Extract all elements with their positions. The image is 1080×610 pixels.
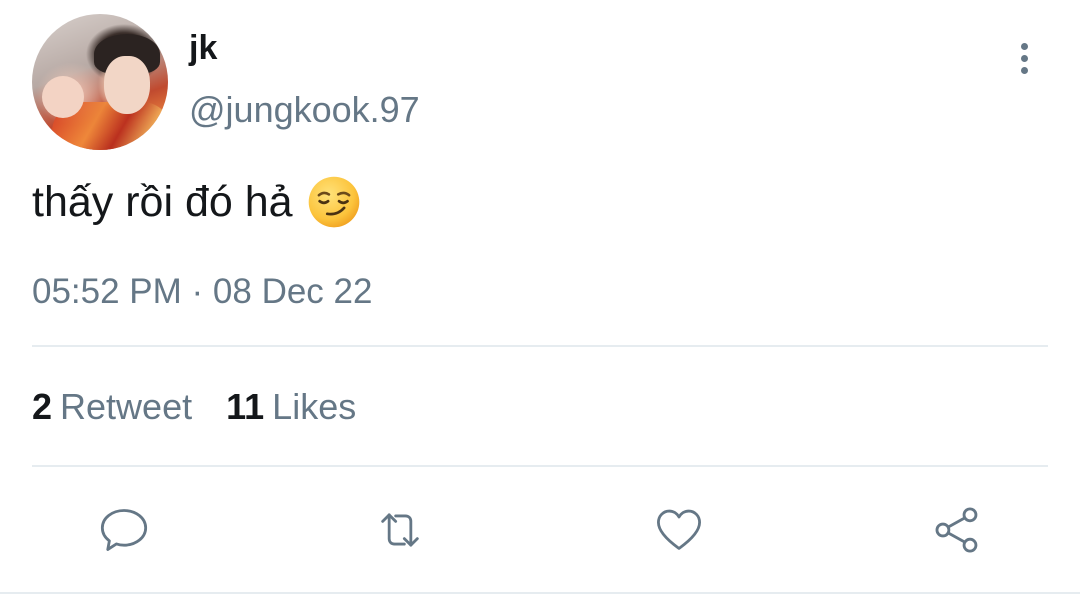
tweet-timestamp[interactable]: 05:52 PM · 08 Dec 22 [32, 270, 372, 314]
avatar-hand [42, 76, 84, 118]
share-button[interactable] [929, 502, 985, 558]
retweet-label: Retweet [60, 386, 193, 427]
divider [0, 592, 1080, 594]
tweet-stats: 2 Retweet 11 Likes [32, 385, 356, 429]
heart-icon [657, 509, 701, 550]
retweet-count: 2 [32, 386, 53, 427]
user-handle[interactable]: @jungkook.97 [189, 88, 420, 132]
more-dot-icon [1020, 66, 1028, 74]
tweet-card: jk @jungkook.97 thấy rồi đó hả 05:52 PM … [0, 0, 1080, 610]
avatar-face [104, 56, 150, 114]
likes-label: Likes [272, 386, 357, 427]
more-dot-icon [1020, 54, 1028, 62]
retweet-count-stat[interactable]: 2 Retweet [32, 385, 192, 429]
likes-count-stat[interactable]: 11 Likes [226, 385, 356, 429]
divider [32, 345, 1048, 347]
reply-icon [100, 509, 148, 551]
retweet-button[interactable] [372, 502, 428, 558]
tweet-text-content: thấy rồi đó hả [32, 178, 293, 226]
display-name[interactable]: jk [189, 26, 217, 70]
likes-count: 11 [226, 386, 265, 427]
reply-button[interactable] [96, 502, 152, 558]
retweet-icon [381, 513, 419, 547]
divider [32, 465, 1048, 467]
tweet-text: thấy rồi đó hả [32, 174, 361, 230]
more-dot-icon [1020, 42, 1028, 50]
share-icon [935, 507, 978, 553]
smirking-face-emoji [308, 176, 359, 228]
like-button[interactable] [651, 502, 707, 558]
more-options-button[interactable] [1004, 38, 1044, 78]
avatar[interactable] [32, 14, 168, 150]
